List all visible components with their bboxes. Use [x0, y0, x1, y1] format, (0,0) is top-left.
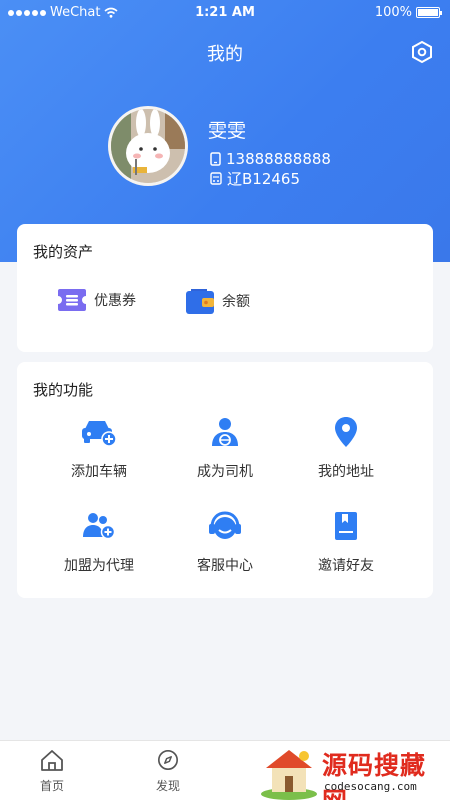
become-driver-label: 成为司机: [197, 464, 253, 480]
phone-number: 13888888888: [226, 150, 331, 168]
tab-discover[interactable]: 发现: [138, 749, 198, 794]
phone-row: 13888888888: [210, 150, 331, 168]
user-name: 雯雯: [208, 120, 247, 142]
balance-label: 余额: [222, 294, 250, 310]
add-car-icon: [82, 421, 117, 447]
home-icon: [41, 750, 63, 771]
invite-friends-label: 邀请好友: [318, 558, 374, 574]
license-plate-icon: [210, 172, 222, 185]
battery-percent: 100%: [374, 5, 412, 20]
plate-number: 辽B12465: [227, 170, 301, 188]
assets-card: 我的资产 优惠券 余额: [17, 224, 433, 352]
balance-entry[interactable]: 余额: [185, 287, 250, 315]
settings-hexagon-icon[interactable]: [410, 40, 434, 64]
join-agent-icon: [83, 513, 116, 540]
watermark-logo: 源码搜藏网 codesocang.com: [258, 742, 450, 800]
tab-home-label: 首页: [39, 779, 64, 793]
compass-icon: [158, 750, 178, 770]
coupon-label: 优惠券: [94, 293, 136, 309]
avatar[interactable]: [108, 106, 188, 186]
plate-row: 辽B12465: [210, 168, 300, 189]
house-logo-icon: [261, 750, 317, 800]
add-car-label: 添加车辆: [71, 464, 127, 480]
my-address-button[interactable]: 我的地址: [281, 412, 411, 481]
coupon-icon: [58, 289, 86, 311]
location-pin-icon: [335, 417, 357, 447]
status-bar: WeChat 1:21 AM 100%: [0, 0, 450, 26]
invite-friends-button[interactable]: 邀请好友: [281, 506, 411, 575]
join-agent-label: 加盟为代理: [64, 558, 134, 574]
join-agent-button[interactable]: 加盟为代理: [34, 506, 164, 575]
status-right: 100%: [374, 5, 442, 20]
customer-service-label: 客服中心: [197, 558, 253, 574]
functions-card: 我的功能 添加车辆 成为司机 我的地址 加盟为代理 客服中心 邀请好友: [17, 362, 433, 598]
coupon-entry[interactable]: 优惠券: [57, 287, 136, 313]
functions-title: 我的功能: [33, 381, 94, 399]
invite-book-icon: [335, 512, 357, 540]
battery-icon: [416, 7, 442, 18]
page-title: 我的: [207, 44, 243, 65]
add-car-button[interactable]: 添加车辆: [34, 412, 164, 481]
assets-title: 我的资产: [33, 243, 94, 261]
headset-icon: [209, 511, 241, 539]
tab-home[interactable]: 首页: [22, 749, 82, 794]
watermark-subtitle: codesocang.com: [324, 780, 417, 793]
driver-icon: [212, 418, 238, 446]
tab-discover-label: 发现: [155, 779, 180, 793]
phone-icon: [210, 152, 221, 166]
bunny-avatar-icon: [111, 109, 185, 183]
wallet-icon: [186, 289, 214, 314]
customer-service-button[interactable]: 客服中心: [160, 506, 290, 575]
my-address-label: 我的地址: [318, 464, 374, 480]
become-driver-button[interactable]: 成为司机: [160, 412, 290, 481]
